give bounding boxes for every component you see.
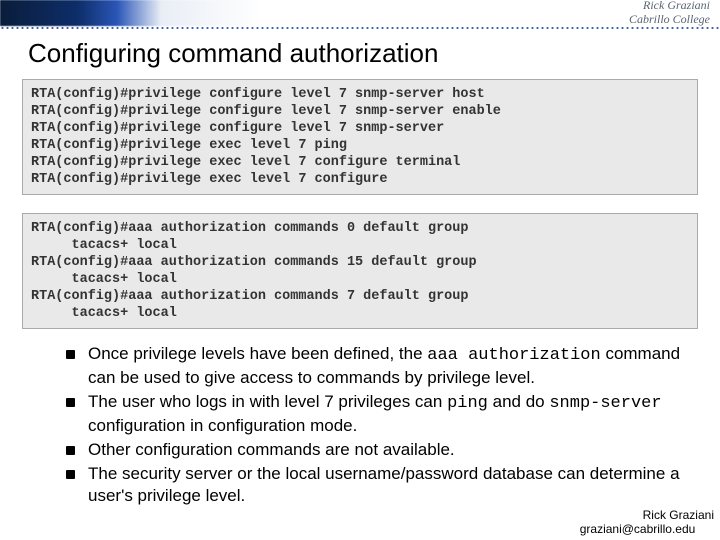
bullet-item: The security server or the local usernam… (66, 463, 694, 507)
header-author: Rick Graziani Cabrillo College (629, 0, 710, 26)
footer-email: graziani@cabrillo.edu (580, 522, 696, 536)
bullet-item: The user who logs in with level 7 privil… (66, 391, 694, 437)
footer-author: Rick Graziani (643, 508, 714, 522)
page-title: Configuring command authorization (28, 38, 720, 69)
header-band: Rick Graziani Cabrillo College (0, 0, 720, 26)
slide-footer: Rick Graziani graziani@cabrillo.edu 44 (580, 508, 714, 536)
bullet-item: Other configuration commands are not ava… (66, 439, 694, 461)
terminal-output-1: RTA(config)#privilege configure level 7 … (22, 79, 698, 195)
bullet-list: Once privilege levels have been defined,… (26, 343, 694, 507)
header-author-name: Rick Graziani (629, 0, 710, 12)
bullet-item: Once privilege levels have been defined,… (66, 343, 694, 389)
header-graphic (0, 0, 260, 26)
terminal-output-2: RTA(config)#aaa authorization commands 0… (22, 213, 698, 329)
terminal-block-2: RTA(config)#aaa authorization commands 0… (22, 213, 698, 329)
header-divider (0, 26, 720, 30)
terminal-block-1: RTA(config)#privilege configure level 7 … (22, 79, 698, 195)
header-author-org: Cabrillo College (629, 12, 710, 26)
